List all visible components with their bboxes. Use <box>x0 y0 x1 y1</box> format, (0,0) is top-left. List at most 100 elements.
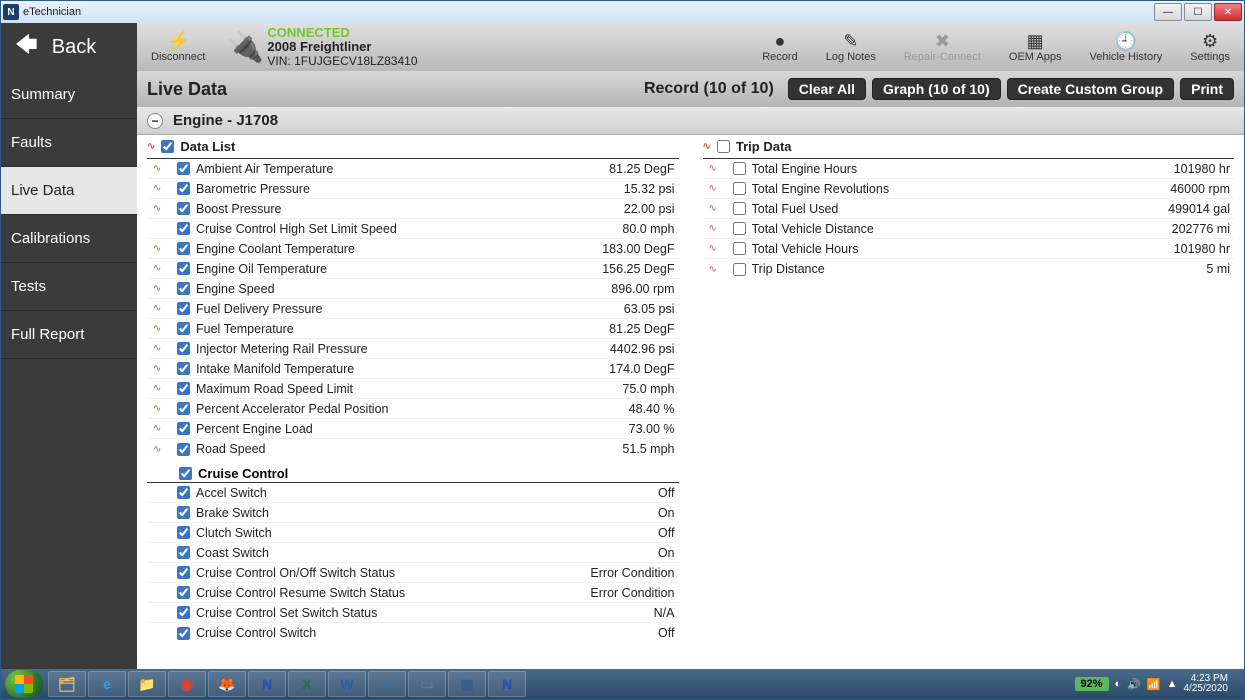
sidebar-item-calibrations[interactable]: Calibrations <box>1 215 137 263</box>
taskbar-app-word[interactable]: W <box>328 671 366 697</box>
record-button[interactable]: ●Record <box>748 23 811 71</box>
repair-connect-button: ✖Repair-Connect <box>890 23 995 71</box>
taskbar-app-app2[interactable]: ▦ <box>448 671 486 697</box>
graph-icon[interactable]: ∿ <box>709 163 717 174</box>
system-tray[interactable]: 92% ◐ 🔊 📶 ▲ 4:23 PM 4/25/2020 <box>1067 674 1240 694</box>
start-button[interactable] <box>5 670 43 698</box>
taskbar-app-nexiq1[interactable]: N <box>248 671 286 697</box>
sidebar-item-live-data[interactable]: Live Data <box>1 167 137 215</box>
row-value: 101980 hr <box>1174 162 1234 176</box>
row-checkbox[interactable] <box>177 586 190 599</box>
row-checkbox[interactable] <box>177 422 190 435</box>
row-checkbox[interactable] <box>177 202 190 215</box>
row-checkbox[interactable] <box>177 262 190 275</box>
vehicle-history-button[interactable]: 🕘Vehicle History <box>1075 23 1176 71</box>
row-checkbox[interactable] <box>177 342 190 355</box>
row-label: Maximum Road Speed Limit <box>196 382 622 396</box>
row-label: Total Vehicle Distance <box>752 222 1172 236</box>
print-button[interactable]: Print <box>1180 78 1234 100</box>
row-checkbox[interactable] <box>177 546 190 559</box>
taskbar-app-nexiq2[interactable]: N <box>488 671 526 697</box>
oem-apps-button[interactable]: ▦OEM Apps <box>995 23 1076 71</box>
row-checkbox[interactable] <box>733 222 746 235</box>
disconnect-button[interactable]: ⚡ Disconnect <box>137 23 219 71</box>
sidebar-item-tests[interactable]: Tests <box>1 263 137 311</box>
clear-all-button[interactable]: Clear All <box>788 78 866 100</box>
row-checkbox[interactable] <box>733 242 746 255</box>
graph-icon[interactable]: ∿ <box>153 243 161 254</box>
row-checkbox[interactable] <box>733 182 746 195</box>
graph-icon[interactable]: ∿ <box>153 303 161 314</box>
data-row: ∿Percent Engine Load73.00 % <box>147 419 679 439</box>
graph-icon[interactable]: ∿ <box>709 223 717 234</box>
taskbar-app-teamviewer[interactable]: ↔ <box>368 671 406 697</box>
row-checkbox[interactable] <box>177 526 190 539</box>
row-checkbox[interactable] <box>177 222 190 235</box>
maximize-button[interactable]: ☐ <box>1184 3 1212 21</box>
cruise-control-master-checkbox[interactable] <box>179 467 192 480</box>
row-checkbox[interactable] <box>177 486 190 499</box>
row-checkbox[interactable] <box>177 322 190 335</box>
trip-data-master-checkbox[interactable] <box>717 140 730 153</box>
row-checkbox[interactable] <box>177 242 190 255</box>
taskbar-app-app1[interactable]: ▭ <box>408 671 446 697</box>
graph-icon[interactable]: ∿ <box>153 363 161 374</box>
graph-icon[interactable]: ∿ <box>153 183 161 194</box>
graph-icon[interactable]: ∿ <box>153 423 161 434</box>
graph-icon[interactable]: ∿ <box>153 343 161 354</box>
graph-icon[interactable]: ∿ <box>709 243 717 254</box>
create-custom-group-button[interactable]: Create Custom Group <box>1007 78 1174 100</box>
live-data-area: ∿ Data List ∿Ambient Air Temperature81.2… <box>137 135 1244 669</box>
back-button[interactable]: 🡄 Back <box>1 23 137 71</box>
row-value: 156.25 DegF <box>602 262 678 276</box>
row-checkbox[interactable] <box>177 606 190 619</box>
graph-icon[interactable]: ∿ <box>153 263 161 274</box>
row-label: Injector Metering Rail Pressure <box>196 342 610 356</box>
row-label: Fuel Delivery Pressure <box>196 302 624 316</box>
taskbar-app-ie[interactable]: e <box>88 671 126 697</box>
row-value: 896.00 rpm <box>611 282 678 296</box>
row-checkbox[interactable] <box>733 263 746 276</box>
row-checkbox[interactable] <box>177 382 190 395</box>
graph-icon[interactable]: ∿ <box>153 163 161 174</box>
back-arrow-icon: 🡄 <box>15 28 38 66</box>
row-checkbox[interactable] <box>177 302 190 315</box>
data-list-master-checkbox[interactable] <box>161 140 174 153</box>
row-checkbox[interactable] <box>177 362 190 375</box>
graph-icon[interactable]: ∿ <box>709 183 717 194</box>
row-checkbox[interactable] <box>177 402 190 415</box>
row-checkbox[interactable] <box>733 162 746 175</box>
row-checkbox[interactable] <box>177 566 190 579</box>
taskbar-app-excel[interactable]: X <box>288 671 326 697</box>
graph-button[interactable]: Graph (10 of 10) <box>872 78 1001 100</box>
graph-icon[interactable]: ∿ <box>709 203 717 214</box>
row-checkbox[interactable] <box>733 202 746 215</box>
graph-icon[interactable]: ∿ <box>709 264 717 275</box>
row-checkbox[interactable] <box>177 182 190 195</box>
sidebar-item-full-report[interactable]: Full Report <box>1 311 137 359</box>
minimize-button[interactable]: — <box>1154 3 1182 21</box>
taskbar-app-firefox[interactable]: 🦊 <box>208 671 246 697</box>
graph-icon[interactable]: ∿ <box>153 383 161 394</box>
taskbar-app-files[interactable]: 📁 <box>128 671 166 697</box>
taskbar-app-explorer[interactable]: 🗂 <box>48 671 86 697</box>
graph-icon[interactable]: ∿ <box>153 283 161 294</box>
graph-icon[interactable]: ∿ <box>153 203 161 214</box>
sidebar-item-faults[interactable]: Faults <box>1 119 137 167</box>
collapse-toggle-icon[interactable]: − <box>147 113 163 129</box>
data-row: Cruise Control High Set Limit Speed80.0 … <box>147 219 679 239</box>
sidebar-item-summary[interactable]: Summary <box>1 71 137 119</box>
row-checkbox[interactable] <box>177 627 190 640</box>
close-button[interactable]: ✕ <box>1214 3 1242 21</box>
row-checkbox[interactable] <box>177 443 190 456</box>
row-checkbox[interactable] <box>177 282 190 295</box>
graph-icon[interactable]: ∿ <box>153 403 161 414</box>
row-checkbox[interactable] <box>177 506 190 519</box>
graph-icon[interactable]: ∿ <box>153 444 161 455</box>
settings-button[interactable]: ⚙Settings <box>1176 23 1244 71</box>
graph-icon[interactable]: ∿ <box>153 323 161 334</box>
log-notes-button[interactable]: ✎Log Notes <box>812 23 890 71</box>
row-checkbox[interactable] <box>177 162 190 175</box>
taskbar-app-chrome[interactable]: ◉ <box>168 671 206 697</box>
row-value: 22.00 psi <box>624 202 679 216</box>
